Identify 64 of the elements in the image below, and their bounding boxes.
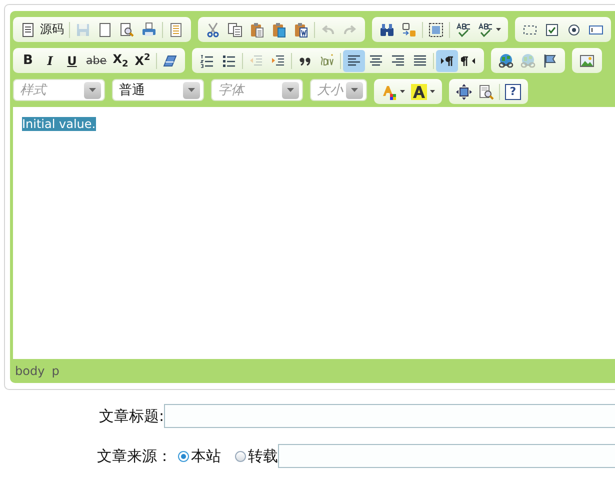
numbered-list-icon [198,52,214,68]
page-lines-icon [168,22,184,38]
page-icon [97,22,113,38]
element-path-link[interactable]: p [52,364,60,378]
eraser-icon [162,52,178,68]
flag-icon [542,52,558,68]
caret-icon [496,28,501,31]
radio-label: 转载 [248,446,278,466]
justify-icon [412,52,428,68]
globe-chain-icon [498,52,514,68]
outdent-icon [248,52,264,68]
caret-icon [188,88,195,92]
spell-check-icon [477,22,493,38]
image-icon [578,52,594,68]
floppy-icon [75,22,91,38]
bullet-list-icon [220,52,236,68]
page-magnifier-icon [478,84,494,100]
clipboard-icon [249,22,265,38]
align-right-icon [390,52,406,68]
select-all-icon [428,22,444,38]
caret-icon [430,90,435,93]
replace-icon [401,22,417,38]
binoculars-icon [379,22,395,38]
element-path-link[interactable]: body [15,364,45,378]
field-label: 文章来源： [96,446,172,466]
align-left-icon [346,52,362,68]
caret-icon [351,88,358,92]
indent-icon [270,52,286,68]
radio-button[interactable] [178,450,189,462]
field-label: 文章标题: [98,406,164,426]
button-label: 源码 [40,21,64,38]
spell-check-icon [455,22,471,38]
document-icon [20,22,36,38]
caret-icon [89,88,96,92]
toolbar-button[interactable] [436,50,458,72]
align-center-icon [368,52,384,68]
text-field[interactable] [278,444,615,468]
clipboard-icon [271,22,287,38]
checkbox-icon [544,22,560,38]
toolbar-button[interactable]: I [39,50,61,72]
toolbar-button[interactable]: X$_{2}$ [110,50,132,72]
printer-icon [141,22,157,38]
magnifier-page-icon [119,22,135,38]
toolbar-button[interactable]: U [61,50,83,72]
content-text: Initial value. [22,117,96,131]
combo-box[interactable]: 普通 [112,79,204,101]
background-color-icon [411,84,427,100]
radio-button[interactable] [235,450,246,462]
toolbar-button[interactable] [342,50,364,72]
caret-icon [287,88,294,92]
toolbar-button[interactable]: X$^{2}$ [132,50,154,72]
editor-content[interactable]: Initial value. [13,107,615,359]
scissors-icon [205,22,221,38]
radio-label: 本站 [191,446,221,466]
clipboard-icon [293,22,309,38]
toolbar-button[interactable]: B [17,50,39,72]
text-field[interactable] [164,404,615,428]
caret-icon [400,90,405,93]
copy-icon [227,22,243,38]
div-container-icon [318,52,334,68]
maximize-icon [456,84,472,100]
text-color-icon [381,84,397,100]
globe-chain-icon [520,52,536,68]
radio-button-icon [566,22,582,38]
